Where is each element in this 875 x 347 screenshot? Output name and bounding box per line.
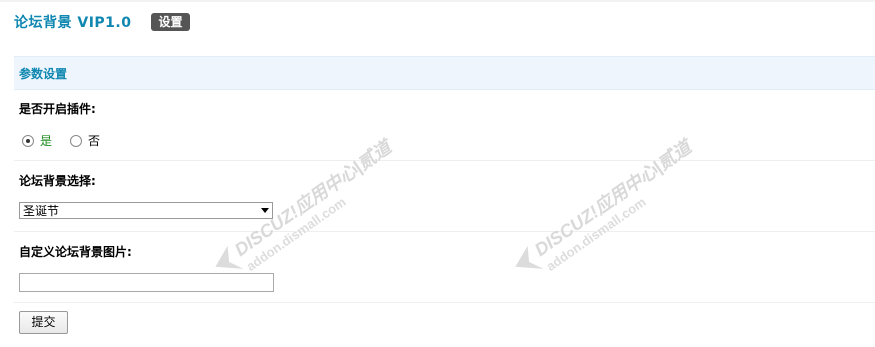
plugin-toggle-label: 是否开启插件:: [19, 102, 96, 116]
top-border: [0, 0, 875, 2]
section-header: 参数设置: [14, 56, 875, 90]
settings-button[interactable]: 设置: [151, 13, 190, 31]
divider: [14, 160, 875, 161]
background-select-value: 圣诞节: [23, 204, 60, 218]
divider: [14, 231, 875, 232]
submit-button[interactable]: 提交: [19, 311, 68, 334]
watermark-logo: DISCUZ!应用中心|贰道 addon.dismall.com: [505, 120, 728, 301]
dropdown-arrow-icon: [261, 208, 269, 213]
custom-image-input[interactable]: [19, 273, 274, 292]
radio-no-label[interactable]: 否: [88, 132, 100, 149]
plugin-title: 论坛背景 VIP1.0: [14, 15, 132, 31]
section-title: 参数设置: [19, 66, 68, 81]
watermark-text-1: DISCUZ!应用中心|贰道: [231, 135, 397, 260]
divider: [14, 302, 875, 303]
custom-image-label: 自定义论坛背景图片:: [19, 245, 132, 259]
radio-yes[interactable]: [22, 134, 34, 147]
background-select[interactable]: 圣诞节: [19, 202, 273, 219]
watermark-text-2: addon.dismall.com: [544, 194, 649, 274]
radio-no[interactable]: [70, 134, 83, 147]
background-select-label: 论坛背景选择:: [19, 174, 96, 188]
plugin-toggle-group: 是 否: [22, 132, 100, 149]
header: 论坛背景 VIP1.0 设置: [14, 12, 190, 32]
watermark-text-1: DISCUZ!应用中心|贰道: [531, 135, 697, 260]
radio-yes-label[interactable]: 是: [40, 132, 52, 149]
